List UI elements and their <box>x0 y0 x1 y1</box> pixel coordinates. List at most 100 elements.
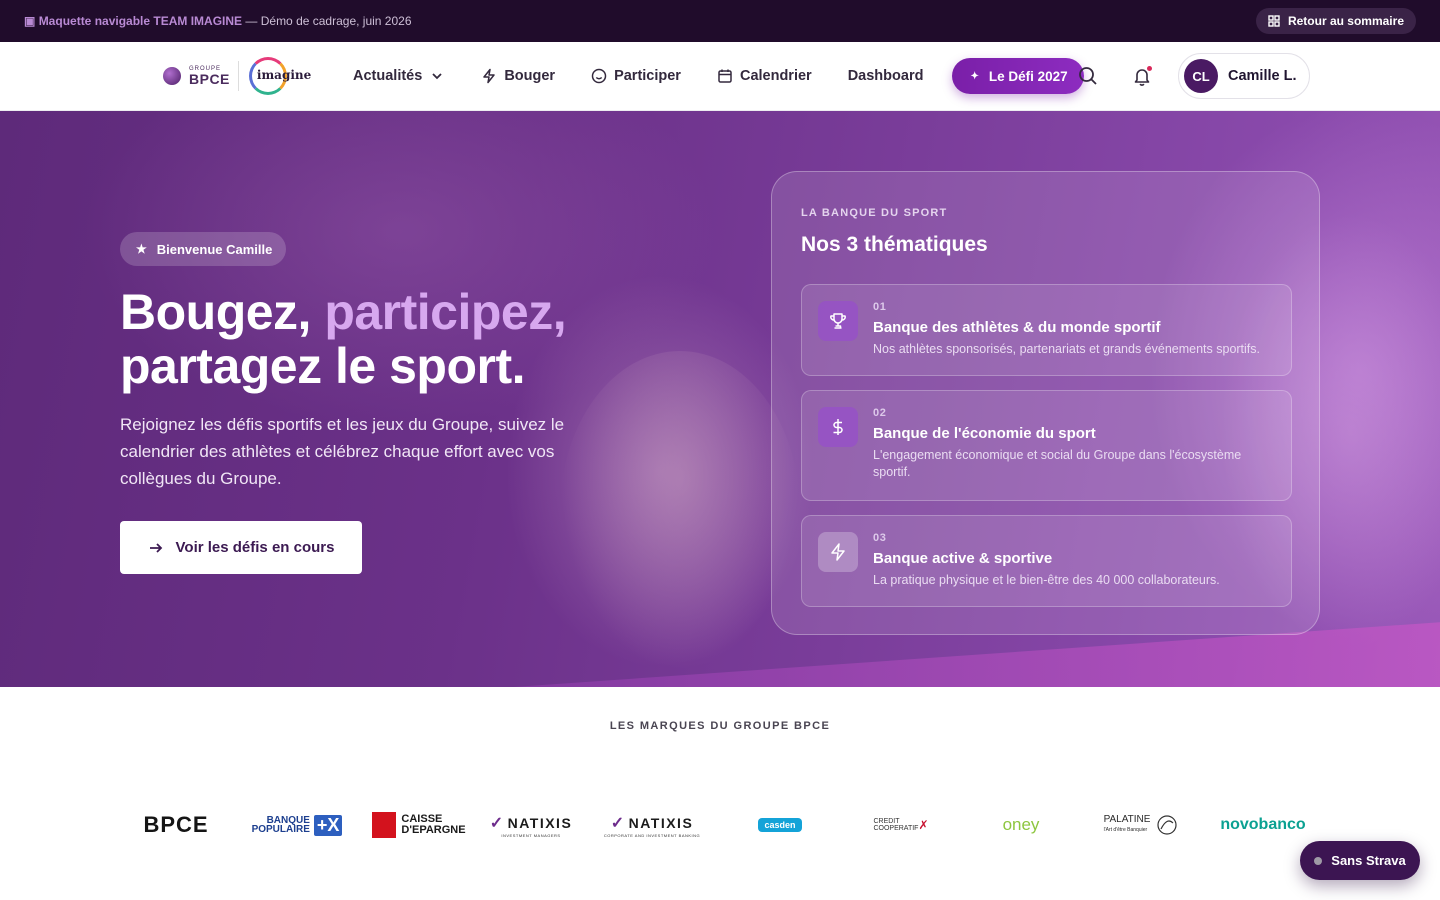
natixis-cib-name: NATIXIS <box>628 814 694 831</box>
see-challenges-button[interactable]: Voir les défis en cours <box>120 521 362 574</box>
strava-label: Sans Strava <box>1331 853 1406 868</box>
theme-card-title: Banque des athlètes & du monde sportif <box>873 319 1161 336</box>
ce-line-2: D'EPARGNE <box>401 824 466 836</box>
brand-logo-casden: casden <box>754 808 806 842</box>
avatar: CL <box>1184 59 1218 93</box>
theme-card-description: La pratique physique et le bien-être des… <box>873 573 1220 587</box>
brand-logo-palatine: PALATINE l'Art d'être Banquier <box>1100 808 1184 842</box>
grid-icon <box>1268 15 1280 27</box>
hero-title-part-2: partagez le sport. <box>120 338 526 394</box>
natixis-im-subtitle: INVESTMENT MANAGERS <box>501 832 561 838</box>
demo-bar-icon: ▣ <box>24 14 36 28</box>
palatine-emblem-icon <box>1157 815 1178 835</box>
brand-logo-caisse-epargne: CAISSE D'EPARGNE <box>370 808 468 842</box>
bpce-logo-mark <box>163 67 181 85</box>
welcome-badge: ★ Bienvenue Camille <box>120 232 287 266</box>
hero-title-highlight: participez, <box>324 284 567 340</box>
strava-status-dot <box>1314 856 1323 865</box>
user-name: Camille L. <box>1228 68 1297 84</box>
logo-divider <box>237 61 239 91</box>
natixis-im-wordmark: ✓ NATIXIS <box>490 813 573 833</box>
natixis-v-icon: ✓ <box>610 814 626 832</box>
logo-bpce-text: BPCE <box>189 71 230 87</box>
theme-card-description: Nos athlètes sponsorisés, partenariats e… <box>873 342 1261 356</box>
theme-card-number: 02 <box>873 407 887 419</box>
palatine-subtitle: l'Art d'être Banquier <box>1103 827 1148 833</box>
nav-item-label: Participer <box>614 68 681 84</box>
nav-item-participer[interactable]: Participer <box>576 58 696 94</box>
demo-bar-title: Maquette navigable TEAM IMAGINE <box>38 14 243 28</box>
arrow-right-icon <box>149 542 162 553</box>
theme-card-icon-box <box>818 301 858 341</box>
sparkle-icon: ✦ <box>970 70 979 82</box>
nav-actions: CL Camille L. <box>1070 52 1310 100</box>
bp-mark: +X <box>313 814 343 836</box>
user-menu[interactable]: CL Camille L. <box>1178 53 1310 99</box>
nav-item-actualites[interactable]: Actualités <box>338 58 460 94</box>
lightning-icon <box>831 543 845 561</box>
credit-cooperatif-text: CREDIT COOPERATIF <box>873 818 918 832</box>
brands-label: LES MARQUES DU GROUPE BPCE <box>609 720 831 732</box>
brand-logo-natixis-im: ✓ NATIXIS INVESTMENT MANAGERS <box>481 808 581 842</box>
demo-bar-subtitle: — Démo de cadrage, juin 2026 <box>245 14 412 28</box>
theme-card-active[interactable]: 03 Banque active & sportive La pratique … <box>801 515 1292 607</box>
search-button[interactable] <box>1070 52 1106 100</box>
natixis-im-name: NATIXIS <box>507 814 573 831</box>
defi-2027-label: Le Défi 2027 <box>988 68 1068 84</box>
banque-populaire-text: BANQUE POPULAIRE <box>251 816 310 835</box>
strava-connect-button[interactable]: Sans Strava <box>1300 841 1420 880</box>
nav-item-label: Bouger <box>504 68 556 84</box>
natixis-cib-subtitle: CORPORATE AND INVESTMENT BANKING <box>603 832 701 838</box>
nav-item-dashboard[interactable]: Dashboard <box>833 58 939 94</box>
smile-icon <box>591 68 607 84</box>
themes-kicker: LA BANQUE DU SPORT <box>801 207 948 219</box>
themes-panel: LA BANQUE DU SPORT Nos 3 thématiques 01 … <box>771 171 1320 635</box>
theme-card-body: 02 Banque de l'économie du sport L'engag… <box>873 407 1275 500</box>
theme-card-number: 03 <box>873 532 887 544</box>
natixis-v-icon: ✓ <box>489 814 505 832</box>
natixis-cib-wordmark: ✓ NATIXIS <box>611 813 694 833</box>
star-icon: ★ <box>136 242 147 256</box>
hero-title-part-1: Bougez, <box>120 284 325 340</box>
notification-dot <box>1147 66 1152 71</box>
nav-item-calendrier[interactable]: Calendrier <box>702 58 827 94</box>
bp-line-2: POPULAIRE <box>251 824 310 835</box>
main-navigation: GROUPE BPCE imagine Actualités Bouger Pa… <box>0 42 1440 111</box>
imagine-logo: imagine <box>247 56 311 96</box>
lightning-icon <box>483 68 496 84</box>
nav-item-label: Calendrier <box>739 68 812 84</box>
brand-logo-banque-populaire: BANQUE POPULAIRE +X <box>248 808 346 842</box>
trophy-icon <box>830 313 846 329</box>
nav-item-bouger[interactable]: Bouger <box>466 58 570 94</box>
brand-logo-oney: oney <box>1002 815 1040 834</box>
brand-logo-natixis-cib: ✓ NATIXIS CORPORATE AND INVESTMENT BANKIN… <box>602 808 702 842</box>
imagine-logo-text: imagine <box>256 68 312 82</box>
back-to-summary-button[interactable]: Retour au sommaire <box>1255 8 1416 34</box>
nav-menu: Actualités Bouger Participer Calendrier … <box>338 42 1084 110</box>
back-to-summary-label: Retour au sommaire <box>1287 14 1404 28</box>
theme-card-body: 01 Banque des athlètes & du monde sporti… <box>873 301 1260 375</box>
theme-card-athletes[interactable]: 01 Banque des athlètes & du monde sporti… <box>801 284 1292 376</box>
nav-item-label: Dashboard <box>847 68 924 84</box>
brand-logo[interactable]: GROUPE BPCE imagine <box>163 56 311 96</box>
brand-logo-novobanco: novobanco <box>1220 816 1306 833</box>
caisse-epargne-text: CAISSE D'EPARGNE <box>401 814 465 836</box>
nav-item-label: Actualités <box>353 68 423 84</box>
hero-title: Bougez, participez, partagez le sport. <box>120 285 680 393</box>
notifications-button[interactable] <box>1124 52 1160 100</box>
bpce-logo-text: GROUPE BPCE <box>189 66 230 86</box>
themes-title: Nos 3 thématiques <box>801 233 988 256</box>
cc-line-1: CREDIT <box>873 818 900 825</box>
theme-card-economie[interactable]: 02 Banque de l'économie du sport L'engag… <box>801 390 1292 501</box>
chevron-down-icon <box>432 73 442 80</box>
defi-2027-button[interactable]: ✦ Le Défi 2027 <box>952 58 1084 94</box>
see-challenges-label: Voir les défis en cours <box>175 539 335 556</box>
theme-card-icon-box <box>818 407 858 447</box>
credit-cooperatif-mark-icon: ✗ <box>918 817 929 832</box>
hero-section: ★ Bienvenue Camille Bougez, participez, … <box>0 111 1440 687</box>
dollar-icon <box>833 419 843 435</box>
hero-description: Rejoignez les défis sportifs et les jeux… <box>120 415 565 488</box>
search-icon <box>1079 67 1097 85</box>
theme-card-description: L'engagement économique et social du Gro… <box>873 448 1242 479</box>
brand-logo-bpce: BPCE <box>143 812 209 837</box>
